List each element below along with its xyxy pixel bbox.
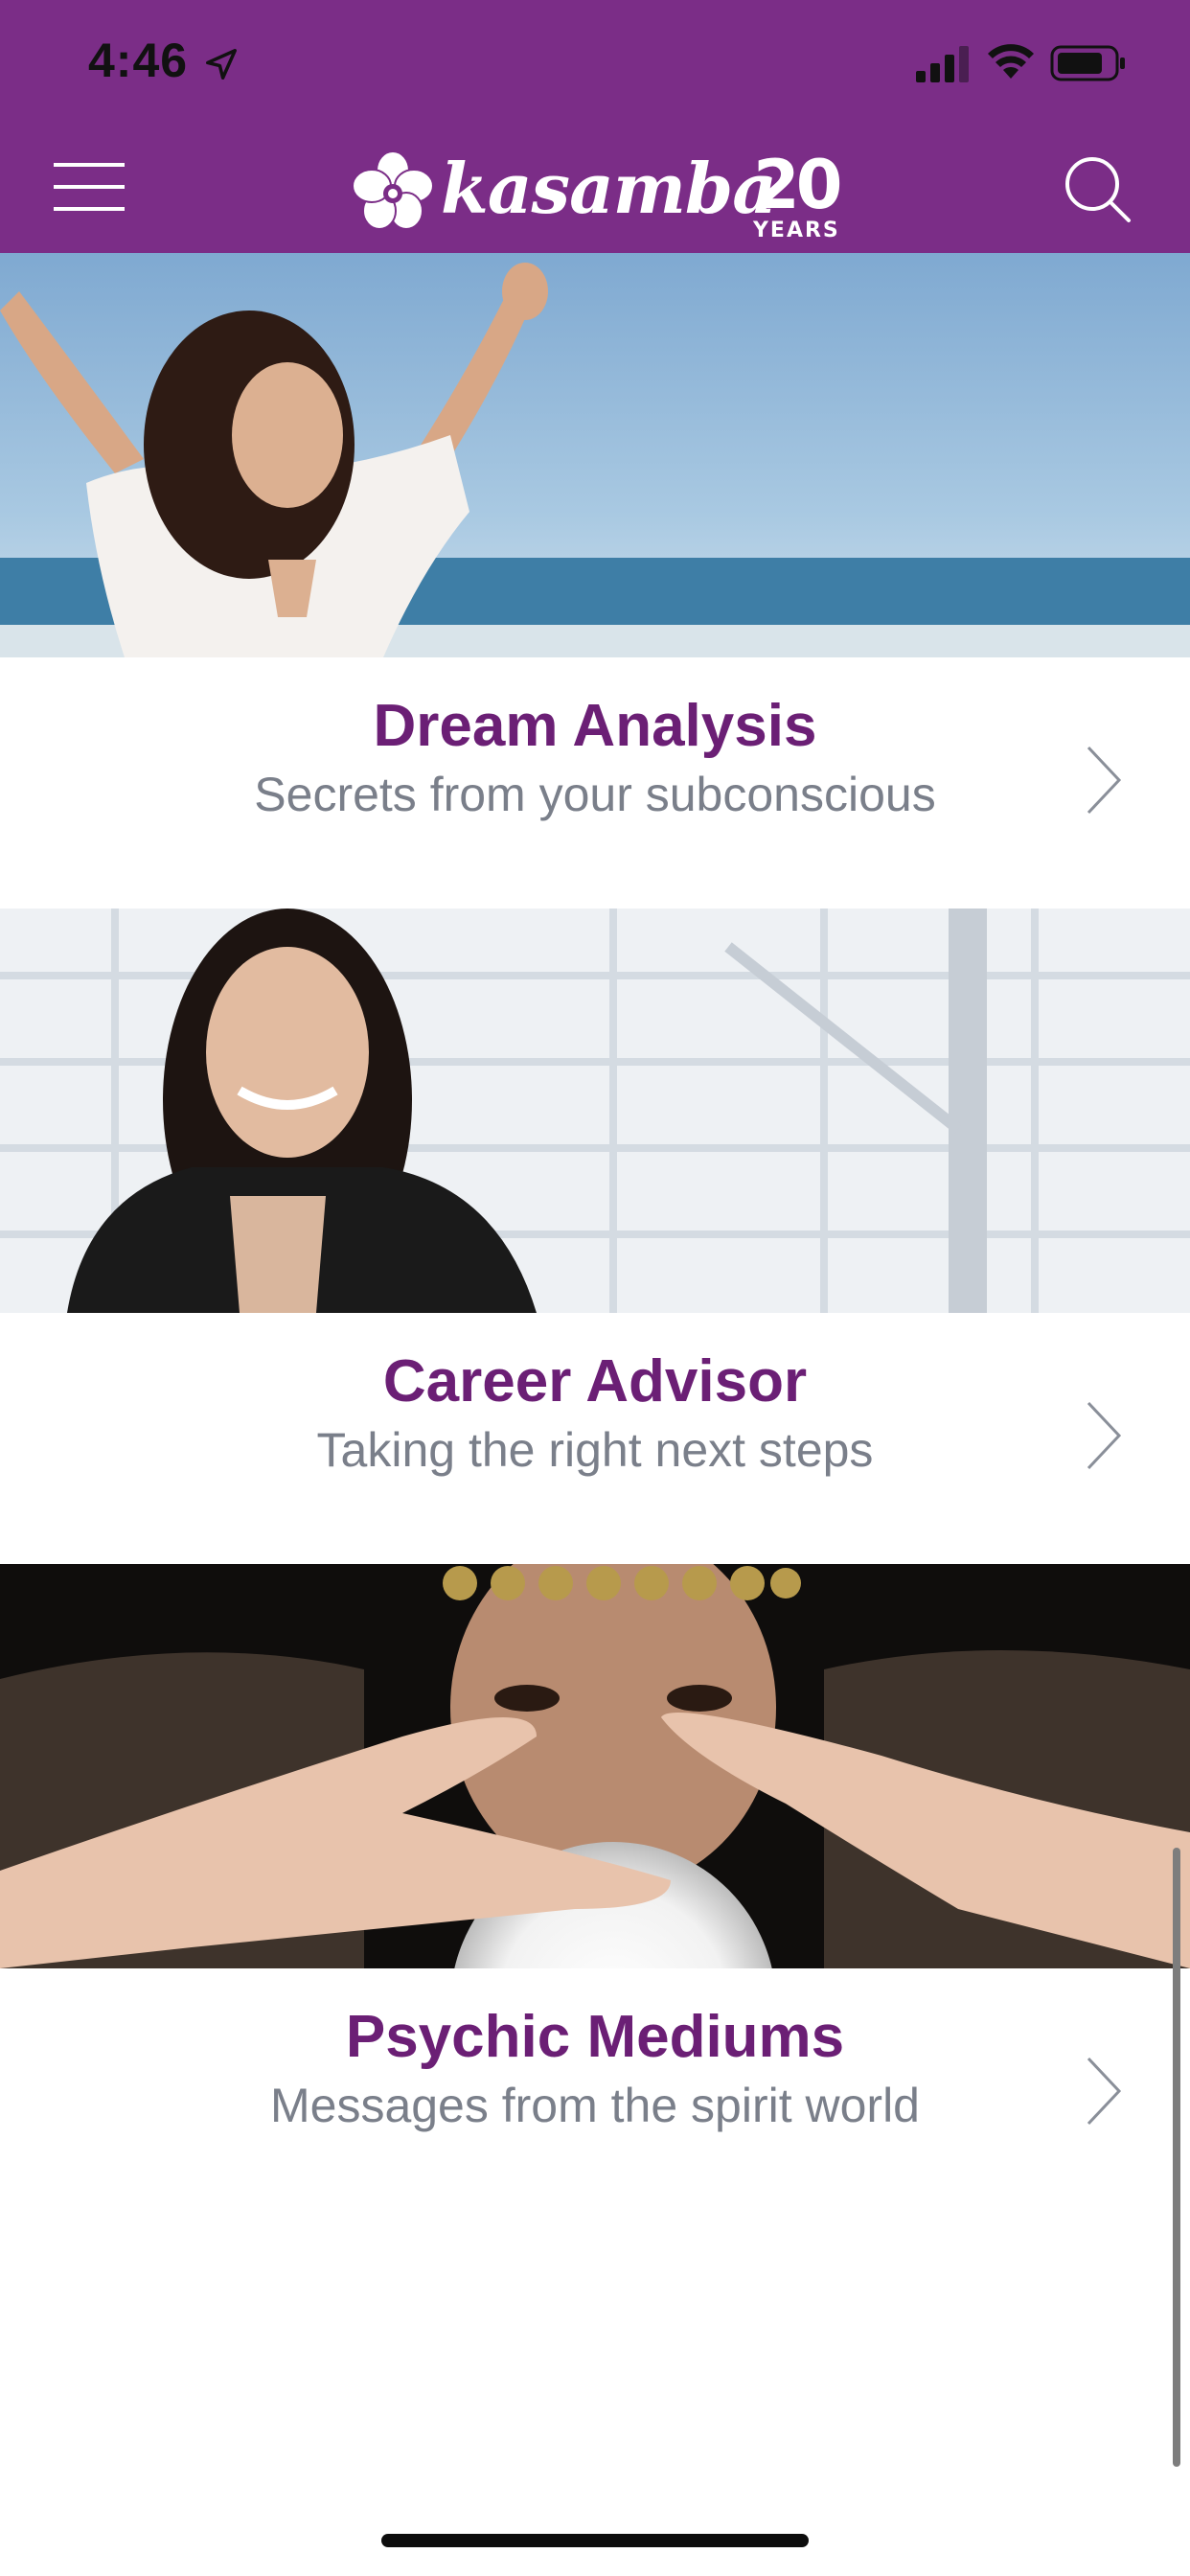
smiling-businesswoman-photo (0, 908, 1190, 1313)
category-card-dream-analysis[interactable]: Dream Analysis Secrets from your subcons… (0, 253, 1190, 908)
woman-arms-raised-beach-photo (0, 253, 1190, 657)
chevron-right-icon[interactable] (1083, 742, 1125, 818)
location-arrow-icon (206, 49, 237, 80)
status-bar: 4:46 (0, 0, 1190, 126)
card-subtitle: Secrets from your subconscious (254, 768, 936, 821)
card-title: Career Advisor (382, 1348, 808, 1414)
kasamba-flower-logo (353, 151, 433, 230)
card-title: Dream Analysis (373, 693, 817, 759)
logo-brand-text: kasamba (441, 148, 777, 229)
kasamba-logo[interactable]: kasamba 20 YEARS (353, 146, 842, 242)
nav-bar: kasamba 20 YEARS (0, 126, 1190, 253)
search-icon[interactable] (1064, 155, 1133, 224)
logo-anniversary-number: 20 (753, 146, 842, 224)
wifi-icon (988, 44, 1034, 79)
card-text-area[interactable]: Career Advisor Taking the right next ste… (0, 1313, 1190, 1564)
scrollbar[interactable] (1173, 1848, 1180, 2467)
card-title: Psychic Mediums (345, 2004, 845, 2070)
chevron-right-icon[interactable] (1083, 2053, 1125, 2129)
home-indicator[interactable] (381, 2534, 809, 2547)
category-card-psychic-mediums[interactable]: Psychic Mediums Messages from the spirit… (0, 1564, 1190, 2220)
card-text-area[interactable]: Psychic Mediums Messages from the spirit… (0, 1968, 1190, 2220)
card-subtitle: Messages from the spirit world (269, 2079, 920, 2132)
crystal-ball-psychic-photo (0, 1564, 1190, 1968)
signal-icon (916, 46, 969, 82)
category-card-career-advisor[interactable]: Career Advisor Taking the right next ste… (0, 908, 1190, 1564)
status-time: 4:46 (88, 34, 189, 87)
card-text-area[interactable]: Dream Analysis Secrets from your subcons… (0, 657, 1190, 908)
logo-anniversary-label: YEARS (753, 218, 840, 242)
chevron-right-icon[interactable] (1083, 1397, 1125, 1474)
battery-icon (1050, 45, 1125, 81)
card-subtitle: Taking the right next steps (316, 1423, 874, 1477)
menu-icon[interactable] (54, 161, 125, 213)
app-header: 4:46 kasamba 20 YEARS (0, 0, 1190, 253)
